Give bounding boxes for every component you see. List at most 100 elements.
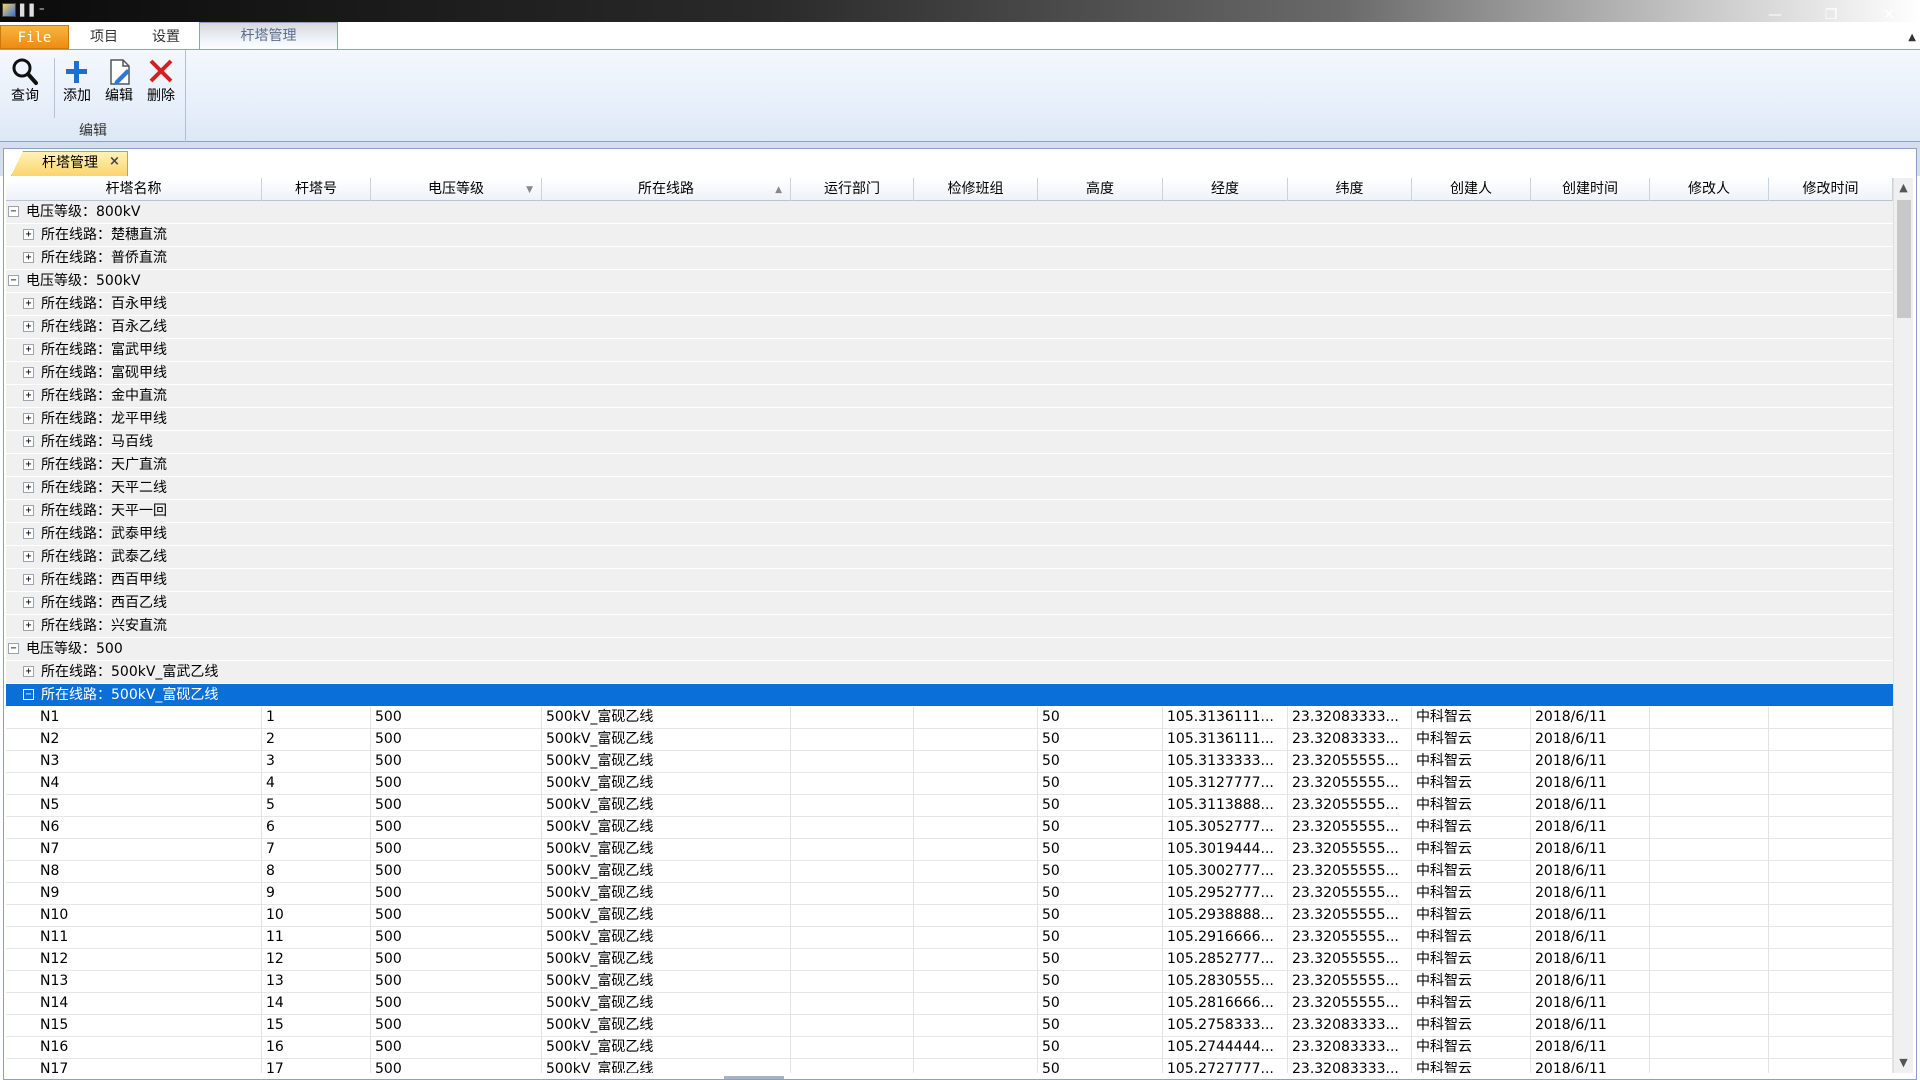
cell-line[interactable]: 500kV_富砚乙线 [542,883,791,905]
expand-icon[interactable]: + [23,390,34,401]
table-row[interactable]: N8 8 500 500kV_富砚乙线 50 105.3002777... 23.32055… [6,861,1893,883]
cell-created-time[interactable]: 2018/6/11 [1531,949,1650,971]
expand-icon[interactable]: + [23,367,34,378]
cell-tower-name[interactable]: N5 [36,795,262,817]
cell-height[interactable]: 50 [1038,817,1163,839]
cell-longitude[interactable]: 105.3019444... [1163,839,1288,861]
cell-height[interactable]: 50 [1038,1059,1163,1073]
cell-tower-name[interactable]: N2 [36,729,262,751]
cell-maintenance-team[interactable] [914,927,1038,949]
cell-operating-dept[interactable] [791,1015,914,1037]
cell-operating-dept[interactable] [791,817,914,839]
cell-creator[interactable]: 中科智云 [1412,861,1531,883]
cell-modifier[interactable] [1650,883,1769,905]
cell-voltage-level[interactable]: 500 [371,1015,542,1037]
cell-creator[interactable]: 中科智云 [1412,927,1531,949]
cell-operating-dept[interactable] [791,751,914,773]
cell-tower-no[interactable]: 11 [262,927,371,949]
cell-longitude[interactable]: 105.3127777... [1163,773,1288,795]
cell-latitude[interactable]: 23.32055555... [1288,883,1412,905]
table-row[interactable]: N16 16 500 500kV_富砚乙线 50 105.2744444... 23.320… [6,1037,1893,1059]
cell-creator[interactable]: 中科智云 [1412,773,1531,795]
cell-height[interactable]: 50 [1038,795,1163,817]
cell-line[interactable]: 500kV_富砚乙线 [542,1037,791,1059]
table-row[interactable]: N5 5 500 500kV_富砚乙线 50 105.3113888... 23.32055… [6,795,1893,817]
cell-latitude[interactable]: 23.32055555... [1288,993,1412,1015]
cell-creator[interactable]: 中科智云 [1412,751,1531,773]
cell-longitude[interactable]: 105.2938888... [1163,905,1288,927]
cell-maintenance-team[interactable] [914,861,1038,883]
cell-line[interactable]: 500kV_富砚乙线 [542,839,791,861]
cell-modifier[interactable] [1650,1037,1769,1059]
cell-height[interactable]: 50 [1038,839,1163,861]
group-row-line[interactable]: + 所在线路：普侨直流 [6,247,1893,270]
group-row-line[interactable]: + 所在线路：金中直流 [6,385,1893,408]
cell-modified-time[interactable] [1769,751,1893,773]
expand-icon[interactable]: + [23,413,34,424]
column-header-longitude[interactable]: 经度 [1163,178,1288,201]
cell-line[interactable]: 500kV_富砚乙线 [542,927,791,949]
cell-maintenance-team[interactable] [914,949,1038,971]
cell-line[interactable]: 500kV_富砚乙线 [542,949,791,971]
group-row-voltage[interactable]: − 电压等级：500kV [6,270,1893,293]
cell-line[interactable]: 500kV_富砚乙线 [542,817,791,839]
cell-voltage-level[interactable]: 500 [371,905,542,927]
cell-tower-name[interactable]: N1 [36,707,262,729]
cell-longitude[interactable]: 105.3136111... [1163,729,1288,751]
cell-tower-name[interactable]: N12 [36,949,262,971]
expand-icon[interactable]: + [23,597,34,608]
cell-maintenance-team[interactable] [914,751,1038,773]
cell-tower-name[interactable]: N15 [36,1015,262,1037]
cell-maintenance-team[interactable] [914,817,1038,839]
cell-maintenance-team[interactable] [914,729,1038,751]
cell-tower-no[interactable]: 7 [262,839,371,861]
cell-created-time[interactable]: 2018/6/11 [1531,839,1650,861]
cell-created-time[interactable]: 2018/6/11 [1531,795,1650,817]
cell-modifier[interactable] [1650,817,1769,839]
column-header-maintenance-team[interactable]: 检修班组 [914,178,1038,201]
cell-creator[interactable]: 中科智云 [1412,1037,1531,1059]
group-row-line[interactable]: + 所在线路：楚穗直流 [6,224,1893,247]
cell-tower-name[interactable]: N11 [36,927,262,949]
ribbon-collapse-icon[interactable]: ▲ [1908,32,1916,43]
cell-maintenance-team[interactable] [914,883,1038,905]
cell-created-time[interactable]: 2018/6/11 [1531,729,1650,751]
cell-operating-dept[interactable] [791,861,914,883]
expand-icon[interactable]: + [23,528,34,539]
cell-tower-name[interactable]: N17 [36,1059,262,1073]
cell-modified-time[interactable] [1769,773,1893,795]
cell-operating-dept[interactable] [791,993,914,1015]
cell-voltage-level[interactable]: 500 [371,729,542,751]
group-row-line[interactable]: + 所在线路：富砚甲线 [6,362,1893,385]
cell-creator[interactable]: 中科智云 [1412,905,1531,927]
group-row-line[interactable]: + 所在线路：百永乙线 [6,316,1893,339]
cell-longitude[interactable]: 105.2816666... [1163,993,1288,1015]
cell-tower-no[interactable]: 1 [262,707,371,729]
cell-line[interactable]: 500kV_富砚乙线 [542,729,791,751]
column-header-created-time[interactable]: 创建时间 [1531,178,1650,201]
cell-tower-name[interactable]: N13 [36,971,262,993]
cell-operating-dept[interactable] [791,839,914,861]
cell-line[interactable]: 500kV_富砚乙线 [542,773,791,795]
cell-creator[interactable]: 中科智云 [1412,971,1531,993]
cell-tower-name[interactable]: N9 [36,883,262,905]
group-row-line[interactable]: + 所在线路：百永甲线 [6,293,1893,316]
expand-icon[interactable]: + [23,666,34,677]
cell-modifier[interactable] [1650,949,1769,971]
cell-created-time[interactable]: 2018/6/11 [1531,817,1650,839]
cell-height[interactable]: 50 [1038,993,1163,1015]
cell-longitude[interactable]: 105.2744444... [1163,1037,1288,1059]
cell-line[interactable]: 500kV_富砚乙线 [542,971,791,993]
resize-grip[interactable] [724,1076,784,1079]
cell-modifier[interactable] [1650,839,1769,861]
group-row-line[interactable]: − 所在线路：500kV_富砚乙线 [6,684,1893,707]
cell-operating-dept[interactable] [791,949,914,971]
cell-maintenance-team[interactable] [914,971,1038,993]
table-row[interactable]: N6 6 500 500kV_富砚乙线 50 105.3052777... 23.32055… [6,817,1893,839]
cell-longitude[interactable]: 105.3113888... [1163,795,1288,817]
cell-longitude[interactable]: 105.3133333... [1163,751,1288,773]
expand-icon[interactable]: + [23,298,34,309]
cell-modified-time[interactable] [1769,883,1893,905]
close-tab-icon[interactable]: × [109,154,120,169]
cell-height[interactable]: 50 [1038,905,1163,927]
